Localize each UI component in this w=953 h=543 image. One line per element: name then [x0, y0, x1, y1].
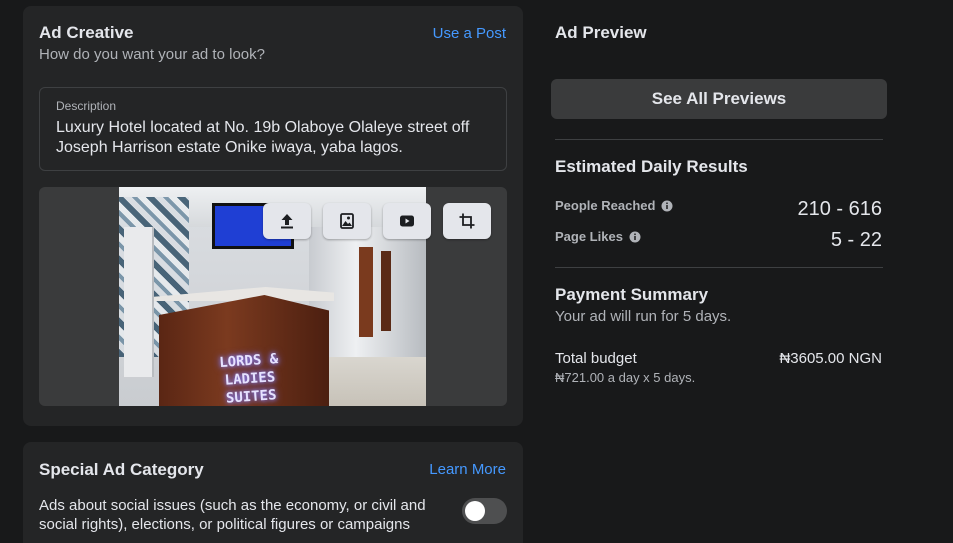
- payment-summary-title: Payment Summary: [555, 285, 709, 304]
- special-ad-category-title: Special Ad Category: [39, 460, 204, 479]
- ad-creative-subtitle: How do you want your ad to look?: [39, 46, 265, 63]
- ad-creative-card: Ad Creative How do you want your ad to l…: [23, 6, 523, 426]
- page: Ad Creative How do you want your ad to l…: [0, 0, 953, 543]
- ad-preview-title: Ad Preview: [555, 23, 647, 42]
- total-budget-value: ₦3605.00 NGN: [779, 350, 882, 367]
- budget-detail: ₦721.00 a day x 5 days.: [555, 370, 696, 385]
- info-icon[interactable]: [661, 200, 673, 212]
- description-label: Description: [56, 99, 117, 113]
- image-sign: LORDS & LADIES SUITES: [203, 349, 297, 406]
- special-ad-category-toggle[interactable]: [462, 498, 507, 524]
- upload-button[interactable]: [263, 203, 311, 239]
- use-a-post-link[interactable]: Use a Post: [433, 25, 506, 42]
- description-field[interactable]: Description Luxury Hotel located at No. …: [39, 87, 507, 171]
- image-door: [124, 227, 154, 377]
- upload-icon: [281, 214, 293, 229]
- add-video-button[interactable]: [383, 203, 431, 239]
- special-ad-category-card: Special Ad Category Learn More Ads about…: [23, 442, 523, 543]
- page-likes-value: 5 - 22: [830, 229, 882, 251]
- page-likes-label-text: Page Likes: [555, 229, 623, 244]
- see-all-previews-button[interactable]: See All Previews: [551, 79, 887, 119]
- people-reached-value: 210 - 616: [797, 198, 882, 220]
- payment-summary-subtitle: Your ad will run for 5 days.: [555, 308, 732, 325]
- change-image-button[interactable]: [323, 203, 371, 239]
- info-icon[interactable]: [629, 231, 641, 243]
- total-budget-label: Total budget: [555, 350, 637, 367]
- estimated-daily-results-title: Estimated Daily Results: [555, 157, 748, 176]
- divider: [555, 139, 883, 140]
- image-corridor-door: [381, 251, 391, 331]
- people-reached-label: People Reached: [555, 198, 673, 213]
- crop-button[interactable]: [443, 203, 491, 239]
- divider: [555, 267, 883, 268]
- description-input[interactable]: Luxury Hotel located at No. 19b Olaboye …: [56, 118, 492, 158]
- ad-creative-title: Ad Creative: [39, 23, 134, 42]
- image-icon: [340, 213, 354, 229]
- video-icon: [400, 215, 414, 227]
- media-preview-area: LORDS & LADIES SUITES: [39, 187, 507, 406]
- image-corridor-door: [359, 247, 373, 337]
- crop-icon: [459, 213, 475, 229]
- people-reached-label-text: People Reached: [555, 198, 656, 213]
- learn-more-link[interactable]: Learn More: [429, 461, 506, 478]
- special-ad-category-description: Ads about social issues (such as the eco…: [39, 497, 426, 533]
- toggle-knob: [465, 501, 485, 521]
- page-likes-label: Page Likes: [555, 229, 641, 244]
